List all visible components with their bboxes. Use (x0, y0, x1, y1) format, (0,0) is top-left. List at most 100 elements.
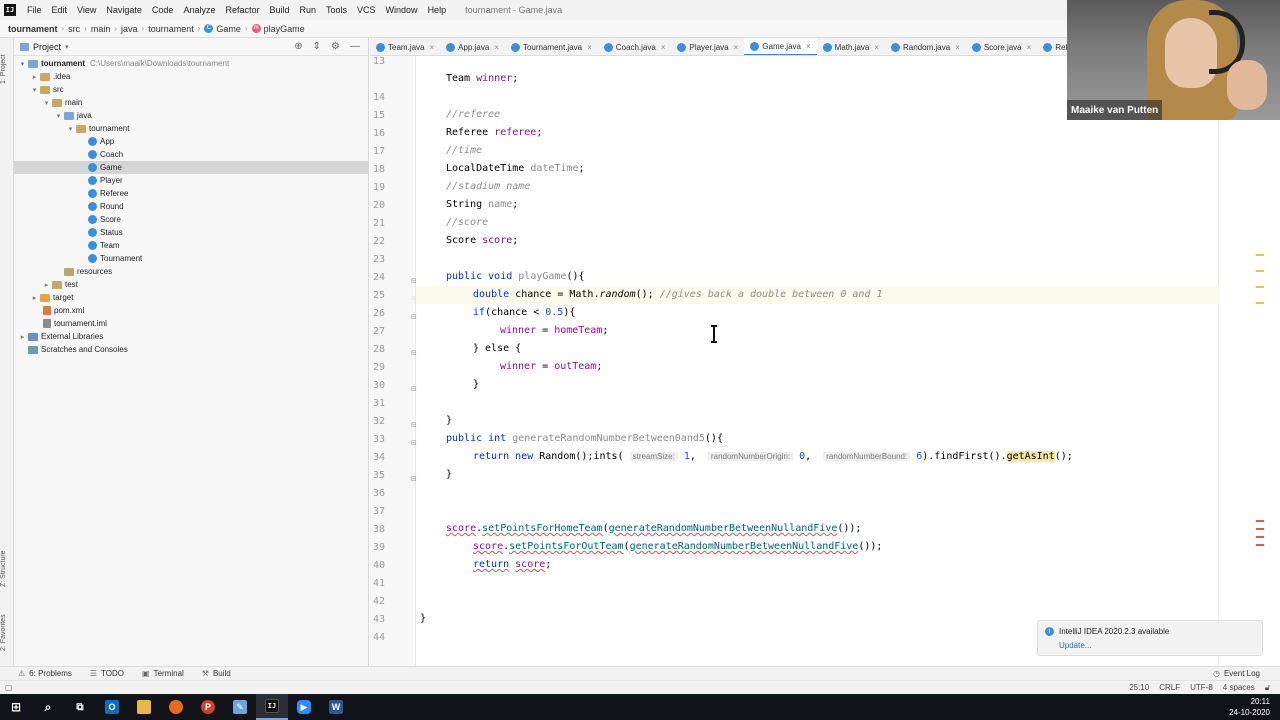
tree-item-pom[interactable]: pom.xml (14, 304, 369, 317)
chevron-right-icon[interactable]: ▸ (30, 73, 39, 81)
locate-icon[interactable]: ⊕ (294, 41, 302, 52)
taskbar-word[interactable]: W (320, 694, 352, 720)
tree-item-src[interactable]: ▾ src (14, 83, 369, 96)
favorites-tool-tab[interactable]: 2: Favorites (0, 608, 14, 658)
gear-icon[interactable]: ⚙ (331, 41, 340, 52)
menu-refactor[interactable]: Refactor (220, 5, 264, 15)
close-icon[interactable]: × (587, 43, 592, 52)
search-button[interactable]: ⌕ (32, 694, 64, 720)
tree-item-package-tournament[interactable]: ▾ tournament (14, 122, 369, 135)
tree-item-iml[interactable]: tournament.iml (14, 317, 369, 330)
lock-icon[interactable]: 🔓︎ (1265, 683, 1270, 693)
windows-start-button[interactable]: ⊞ (0, 694, 32, 720)
chevron-right-icon[interactable]: ▸ (42, 281, 51, 289)
breadcrumb-project[interactable]: tournament (8, 24, 58, 34)
breadcrumb-main[interactable]: main (91, 24, 111, 34)
event-log-button[interactable]: ◷ Event Log (1213, 669, 1260, 678)
caret-position[interactable]: 25:10 (1129, 683, 1149, 693)
tree-item-coach[interactable]: Coach (14, 148, 369, 161)
close-icon[interactable]: × (806, 42, 811, 51)
close-icon[interactable]: × (494, 43, 499, 52)
tree-item-round[interactable]: Round (14, 200, 369, 213)
tab-random-java[interactable]: Random.java × (885, 38, 966, 55)
tab-game-java[interactable]: Game.java × (744, 38, 817, 55)
chevron-down-icon[interactable]: ▾ (42, 99, 51, 107)
file-encoding[interactable]: UTF-8 (1190, 683, 1213, 693)
tree-item-main[interactable]: ▾ main (14, 96, 369, 109)
line-separator[interactable]: CRLF (1159, 683, 1180, 693)
close-icon[interactable]: × (661, 43, 666, 52)
breadcrumb-method[interactable]: m playGame (251, 24, 305, 34)
status-toggle-icon[interactable]: ▢ (5, 683, 13, 692)
close-icon[interactable]: × (874, 43, 879, 52)
tree-item-player[interactable]: Player (14, 174, 369, 187)
tree-item-java[interactable]: ▾ java (14, 109, 369, 122)
chevron-down-icon[interactable]: ▾ (30, 86, 39, 94)
warning-marker[interactable] (1256, 302, 1264, 304)
menu-vcs[interactable]: VCS (352, 5, 381, 15)
code-lines[interactable]: Team winner; //referee Referee referee; … (370, 56, 1268, 666)
menu-view[interactable]: View (72, 5, 101, 15)
error-marker[interactable] (1256, 544, 1264, 546)
task-view-button[interactable]: ⧉ (64, 694, 96, 720)
tree-item-target[interactable]: ▸ target (14, 291, 369, 304)
terminal-tool-button[interactable]: ▣ Terminal (142, 669, 184, 678)
menu-analyze[interactable]: Analyze (178, 5, 220, 15)
menu-code[interactable]: Code (147, 5, 179, 15)
tree-item-status[interactable]: Status (14, 226, 369, 239)
taskbar-zoom[interactable]: ▶ (288, 694, 320, 720)
chevron-right-icon[interactable]: ▸ (18, 333, 27, 341)
menu-file[interactable]: File (22, 5, 47, 15)
warning-marker[interactable] (1256, 286, 1264, 288)
tree-item-tournament-class[interactable]: Tournament (14, 252, 369, 265)
taskbar-outlook[interactable]: O (96, 694, 128, 720)
tree-item-score[interactable]: Score (14, 213, 369, 226)
chevron-down-icon[interactable]: ▾ (54, 112, 63, 120)
menu-window[interactable]: Window (381, 5, 423, 15)
tree-item-tournament-root[interactable]: ▾ tournament C:\Users\maaik\Downloads\tour… (14, 57, 369, 70)
problems-tool-button[interactable]: ⚠ 6: Problems (18, 669, 72, 678)
tab-score-java[interactable]: Score.java × (966, 38, 1037, 55)
tree-item-team[interactable]: Team (14, 239, 369, 252)
collapse-all-icon[interactable]: ⇕ (313, 41, 321, 52)
tree-item-scratches[interactable]: Scratches and Consoles (14, 343, 369, 356)
update-link[interactable]: Update... (1059, 641, 1091, 650)
tab-coach-java[interactable]: Coach.java × (598, 38, 672, 55)
menu-tools[interactable]: Tools (321, 5, 352, 15)
close-icon[interactable]: × (429, 43, 434, 52)
tree-item-idea[interactable]: ▸ .idea (14, 70, 369, 83)
taskbar-pen-app[interactable]: ✎ (224, 694, 256, 720)
close-icon[interactable]: × (734, 43, 739, 52)
minimize-icon[interactable]: — (350, 41, 360, 52)
code-editor[interactable]: 13 14 15 16 17 18 19 20 21 22 23 24 25 2… (370, 56, 1268, 666)
breadcrumb-package[interactable]: tournament (148, 24, 194, 34)
tab-referee-java[interactable]: Referee (1037, 38, 1068, 55)
build-tool-button[interactable]: ⚒ Build (202, 669, 231, 678)
taskbar-powerpoint[interactable]: P (192, 694, 224, 720)
tree-item-resources[interactable]: resources (14, 265, 369, 278)
breadcrumb-src[interactable]: src (68, 24, 80, 34)
tree-item-referee[interactable]: Referee (14, 187, 369, 200)
menu-run[interactable]: Run (295, 5, 322, 15)
taskbar-intellij[interactable]: IJ (256, 694, 288, 720)
tab-tournament-java[interactable]: Tournament.java × (505, 38, 598, 55)
menu-edit[interactable]: Edit (47, 5, 73, 15)
close-icon[interactable]: × (1027, 43, 1032, 52)
error-marker[interactable] (1256, 536, 1264, 538)
error-marker[interactable] (1256, 528, 1264, 530)
tab-team-java[interactable]: Team.java × (370, 38, 440, 55)
tree-item-test[interactable]: ▸ test (14, 278, 369, 291)
menu-navigate[interactable]: Navigate (101, 5, 147, 15)
error-marker[interactable] (1256, 520, 1264, 522)
chevron-down-icon[interactable]: ▾ (66, 125, 75, 133)
tree-item-game[interactable]: Game (14, 161, 369, 174)
breadcrumb-java[interactable]: java (121, 24, 138, 34)
indent-setting[interactable]: 4 spaces (1223, 683, 1255, 693)
warning-marker[interactable] (1256, 270, 1264, 272)
chevron-down-icon[interactable]: ▾ (18, 60, 27, 68)
error-stripe[interactable] (1256, 56, 1266, 666)
structure-tool-tab[interactable]: Z: Structure (0, 544, 14, 594)
menu-build[interactable]: Build (264, 5, 294, 15)
breadcrumb-class[interactable]: C Game (204, 24, 241, 34)
system-clock[interactable]: 20:11 24-10-2020 (1229, 696, 1270, 718)
